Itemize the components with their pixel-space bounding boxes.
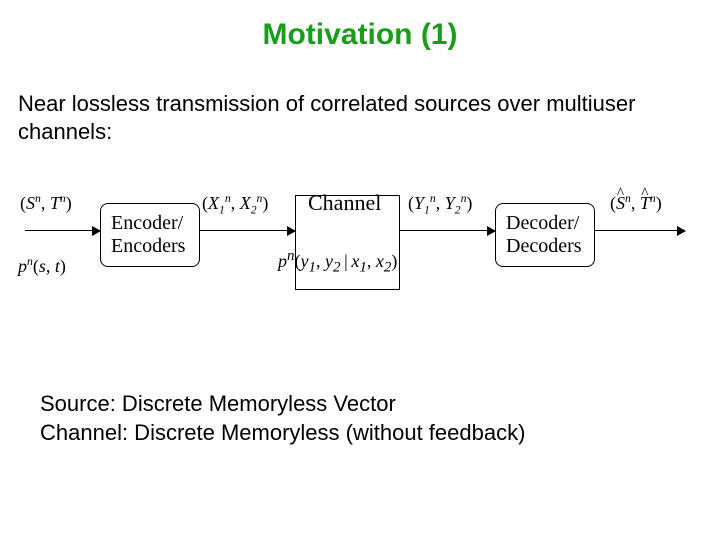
arrow-decoder-to-sink (595, 230, 685, 231)
footer-notes: Source: Discrete Memoryless Vector Chann… (40, 390, 680, 447)
footer-line1: Source: Discrete Memoryless Vector (40, 390, 680, 419)
channel-label: Channel (308, 190, 381, 216)
arrow-source-to-encoder (25, 230, 100, 231)
encoder-line2: Encoders (111, 235, 189, 258)
channel-dist-label: pn(y1, y2 | x1, x2) (278, 248, 397, 277)
encoder-output-label: (X1n, X2n) (202, 192, 268, 217)
decoder-box: Decoder/ Decoders (495, 203, 595, 267)
block-diagram: (Sn, Tn) pn(s, t) Encoder/ Encoders (X1n… (0, 170, 720, 340)
sink-pair-label: (Sn, Tn) (610, 192, 662, 214)
encoder-line1: Encoder/ (111, 212, 189, 235)
source-dist-label: pn(s, t) (18, 255, 66, 277)
footer-line2: Channel: Discrete Memoryless (without fe… (40, 419, 680, 448)
decoder-line1: Decoder/ (506, 212, 584, 235)
encoder-box: Encoder/ Encoders (100, 203, 200, 267)
arrow-encoder-to-channel (200, 230, 295, 231)
channel-output-label: (Y1n, Y2n) (408, 192, 472, 217)
source-pair-label: (Sn, Tn) (20, 192, 72, 214)
arrow-channel-to-decoder (400, 230, 495, 231)
decoder-line2: Decoders (506, 235, 584, 258)
intro-text: Near lossless transmission of correlated… (18, 90, 702, 145)
slide-title: Motivation (1) (0, 18, 720, 52)
